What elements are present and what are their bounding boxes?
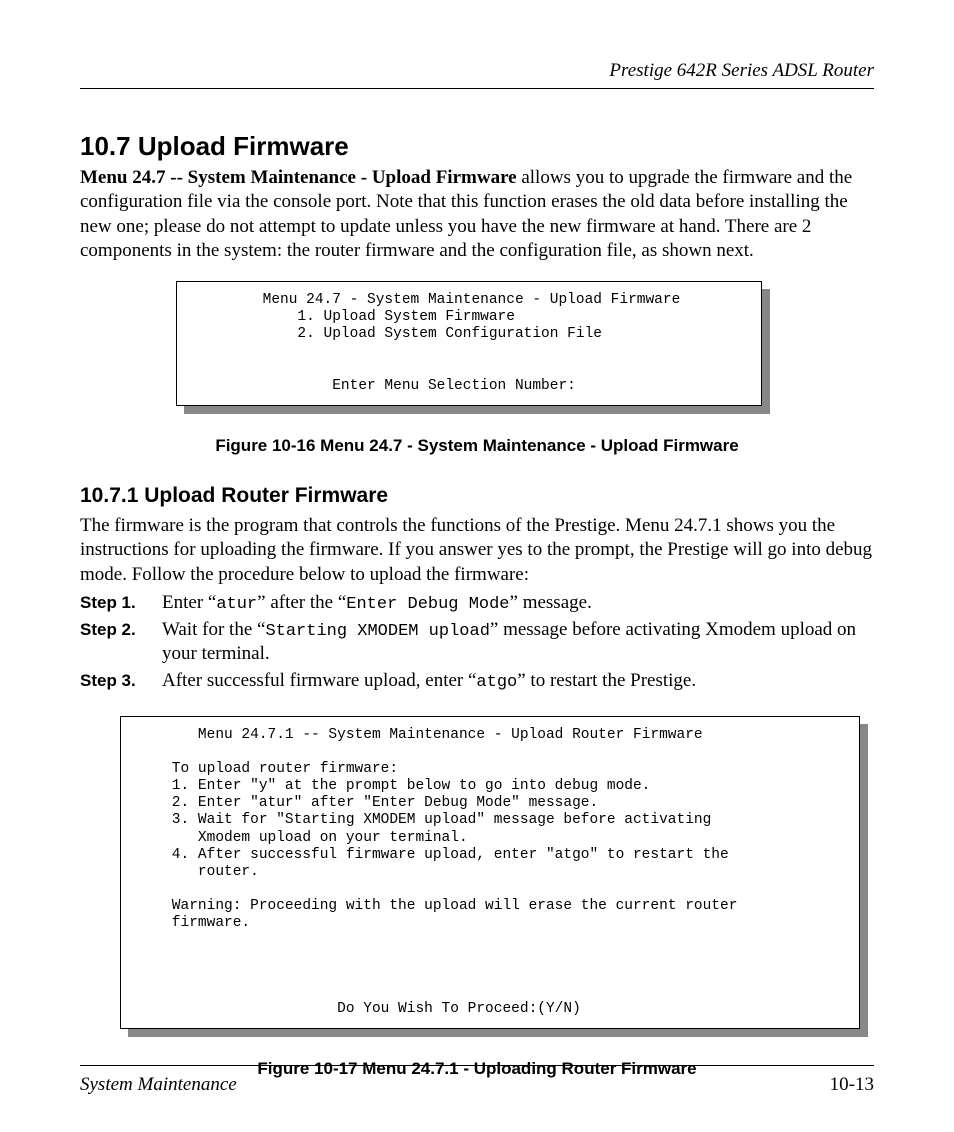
footer: System Maintenance 10-13	[80, 1074, 874, 1096]
step-body: After successful firmware upload, enter …	[162, 669, 874, 694]
page: Prestige 642R Series ADSL Router 10.7 Up…	[0, 0, 954, 1132]
footer-right: 10-13	[830, 1074, 874, 1096]
steps-list: Step 1. Enter “atur” after the “Enter De…	[80, 591, 874, 694]
footer-left: System Maintenance	[80, 1074, 237, 1096]
step-label: Step 2.	[80, 618, 162, 668]
step-row: Step 2. Wait for the “Starting XMODEM up…	[80, 618, 874, 668]
footer-rule	[80, 1065, 874, 1066]
terminal-output-1: Menu 24.7 - System Maintenance - Upload …	[176, 281, 762, 406]
step-body: Wait for the “Starting XMODEM upload” me…	[162, 618, 874, 668]
step-body: Enter “atur” after the “Enter Debug Mode…	[162, 591, 874, 616]
section-intro: Menu 24.7 -- System Maintenance - Upload…	[80, 166, 874, 263]
figure-1-terminal-wrap: Menu 24.7 - System Maintenance - Upload …	[176, 281, 762, 406]
terminal-output-2: Menu 24.7.1 -- System Maintenance - Uplo…	[120, 716, 860, 1029]
figure-2-terminal-wrap: Menu 24.7.1 -- System Maintenance - Uplo…	[120, 716, 860, 1029]
intro-bold: Menu 24.7 -- System Maintenance - Upload…	[80, 167, 517, 188]
step-row: Step 1. Enter “atur” after the “Enter De…	[80, 591, 874, 616]
running-header: Prestige 642R Series ADSL Router	[80, 60, 874, 88]
header-rule	[80, 88, 874, 89]
step-row: Step 3. After successful firmware upload…	[80, 669, 874, 694]
figure-1-caption: Figure 10-16 Menu 24.7 - System Maintena…	[80, 436, 874, 456]
subsection-heading: 10.7.1 Upload Router Firmware	[80, 484, 874, 508]
step-label: Step 1.	[80, 591, 162, 616]
header-right-text: Prestige 642R Series ADSL Router	[609, 60, 874, 81]
subsection-intro: The firmware is the program that control…	[80, 514, 874, 587]
section-heading: 10.7 Upload Firmware	[80, 131, 874, 162]
step-label: Step 3.	[80, 669, 162, 694]
